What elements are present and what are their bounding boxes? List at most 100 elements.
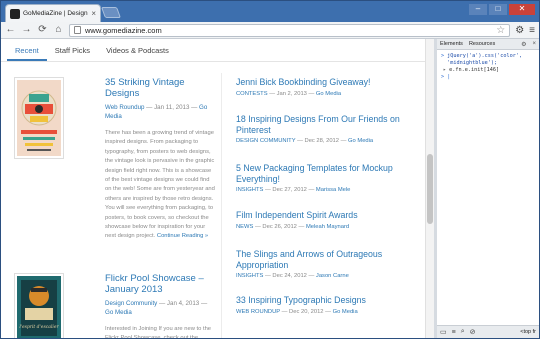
back-arrow-icon[interactable]: ← (5, 25, 16, 35)
recent-post-item: 33 Inspiring Typographic Designs WEB ROU… (236, 295, 411, 315)
recent-post-meta: INSIGHTS — Dec 24, 2012 — Jason Carne (236, 273, 411, 279)
recent-post-date: — Dec 27, 2012 — (263, 187, 316, 193)
recent-post-date: — Dec 28, 2012 — (295, 138, 349, 144)
expand-arrow-icon[interactable]: ▸ (443, 67, 446, 74)
tab-title: GoMediaZine | Design insight (23, 10, 88, 17)
recent-post-title[interactable]: The Slings and Arrows of Outrageous Appr… (236, 249, 411, 270)
recent-post-author[interactable]: Marissa Mele (316, 187, 350, 193)
recent-post-meta: DESIGN COMMUNITY — Dec 28, 2012 — Go Med… (236, 138, 411, 144)
site-tabs: Recent Staff Picks Videos & Podcasts (7, 43, 177, 61)
clear-icon[interactable]: ⊘ (470, 328, 476, 336)
post-author[interactable]: Go Media (105, 309, 132, 316)
recent-post-category[interactable]: DESIGN COMMUNITY (236, 138, 295, 144)
search-icon[interactable]: ⌕ (461, 328, 465, 336)
close-icon[interactable]: × (532, 41, 536, 47)
post-title[interactable]: Flickr Pool Showcase – January 2013 (105, 273, 217, 295)
recent-post-title[interactable]: 5 New Packaging Templates for Mockup Eve… (236, 163, 411, 184)
console-result-line: ▸ e.fn.e.init[146] (441, 67, 535, 74)
devtools-status-bar: ▭ ≡ ⌕ ⊘ <top fr (437, 325, 539, 338)
tab-close-icon[interactable]: × (91, 9, 96, 18)
featured-post-2: Flickr Pool Showcase – January 2013 Desi… (105, 273, 217, 338)
recent-post-item: The Slings and Arrows of Outrageous Appr… (236, 249, 411, 279)
console-result[interactable]: e.fn.e.init[146] (449, 67, 499, 74)
recent-post-title[interactable]: 33 Inspiring Typographic Designs (236, 295, 411, 306)
recent-post-meta: NEWS — Dec 26, 2012 — Meleah Maynard (236, 224, 411, 230)
post-thumbnail-vintage[interactable] (14, 77, 64, 159)
devtools-tabs: Elements Resources ⚙ × (437, 39, 539, 50)
console-prompt-line[interactable]: > | (441, 74, 535, 81)
maximize-button[interactable]: □ (489, 4, 507, 15)
recent-post-author[interactable]: Go Media (316, 91, 341, 97)
recent-post-title[interactable]: Jenni Bick Bookbinding Giveaway! (236, 77, 411, 88)
recent-post-author[interactable]: Meleah Maynard (306, 224, 349, 230)
continue-reading-link[interactable]: Continue Reading » (157, 233, 208, 239)
tab-videos-podcasts[interactable]: Videos & Podcasts (98, 43, 177, 61)
excerpt-text: Interested in Joining If you are new to … (105, 326, 212, 338)
page-action-icon[interactable]: ⚙ (515, 25, 524, 36)
recent-post-date: — Dec 26, 2012 — (253, 223, 306, 230)
vintage-thumbnail-image (17, 80, 61, 156)
thumbnail-caption: l'esprit d'escalier (19, 324, 59, 330)
flickr-thumbnail-image: l'esprit d'escalier (17, 276, 61, 338)
console-command: jQuery('a').css('color', 'midnightblue')… (447, 53, 523, 66)
page-scrollbar[interactable] (425, 39, 434, 338)
dock-icon[interactable]: ▭ (440, 328, 447, 336)
featured-post-1: 35 Striking Vintage Designs Web Roundup … (105, 77, 217, 242)
console-prompt: > (441, 74, 445, 80)
excerpt-text: There has been a growing trend of vintag… (105, 130, 215, 240)
scrollbar-thumb[interactable] (427, 154, 433, 224)
post-category[interactable]: Web Roundup (105, 104, 144, 111)
close-window-button[interactable]: ✕ (509, 4, 535, 15)
recent-post-category[interactable]: WEB ROUNDUP (236, 309, 280, 315)
tab-resources[interactable]: Resources (469, 41, 495, 47)
post-date: — Jan 11, 2013 — (144, 104, 200, 111)
browser-tab[interactable]: GoMediaZine | Design insight × (5, 4, 101, 22)
favicon-icon (10, 8, 20, 19)
tab-strip: GoMediaZine | Design insight × – □ ✕ (1, 1, 539, 22)
recent-post-author[interactable]: Go Media (348, 138, 373, 144)
browser-toolbar: ← → ⟳ ⌂ www.gomediazine.com ☆ ⚙ ≡ (1, 22, 539, 39)
new-tab-button[interactable] (100, 7, 122, 18)
tab-staff-picks[interactable]: Staff Picks (47, 43, 98, 61)
console-input-line: > jQuery('a').css('color', 'midnightblue… (441, 53, 535, 67)
recent-post-date: — Jan 2, 2013 — (267, 90, 316, 97)
post-category[interactable]: Design Community (105, 300, 157, 307)
recent-post-title[interactable]: 18 Inspiring Designs From Our Friends on… (236, 114, 411, 135)
recent-post-meta: CONTESTS — Jan 2, 2013 — Go Media (236, 91, 411, 97)
frame-select[interactable]: <top fr (520, 329, 536, 335)
column-divider (221, 73, 222, 338)
recent-post-title[interactable]: Film Independent Spirit Awards (236, 210, 411, 221)
bookmark-star-icon[interactable]: ☆ (496, 25, 505, 36)
tab-recent[interactable]: Recent (7, 43, 47, 61)
recent-post-category[interactable]: NEWS (236, 224, 253, 230)
post-meta: Web Roundup — Jan 11, 2013 — Go Media (105, 103, 217, 121)
window-controls: – □ ✕ (469, 4, 535, 15)
tab-elements[interactable]: Elements (440, 41, 463, 47)
recent-post-item: Jenni Bick Bookbinding Giveaway! CONTEST… (236, 77, 411, 97)
recent-post-meta: INSIGHTS — Dec 27, 2012 — Marissa Mele (236, 187, 411, 193)
tab-divider (1, 61, 425, 62)
minimize-button[interactable]: – (469, 4, 487, 15)
recent-post-category[interactable]: CONTESTS (236, 91, 268, 97)
recent-post-category[interactable]: INSIGHTS (236, 187, 263, 193)
menu-icon[interactable]: ≡ (529, 25, 535, 36)
console-output[interactable]: > jQuery('a').css('color', 'midnightblue… (437, 50, 539, 84)
web-page: Recent Staff Picks Videos & Podcasts 35 … (1, 39, 434, 338)
forward-arrow-icon[interactable]: → (21, 25, 32, 35)
recent-post-item: 5 New Packaging Templates for Mockup Eve… (236, 163, 411, 193)
post-excerpt: There has been a growing trend of vintag… (105, 129, 217, 242)
address-bar[interactable]: www.gomediazine.com ☆ (69, 23, 511, 37)
post-title[interactable]: 35 Striking Vintage Designs (105, 77, 217, 99)
recent-post-item: 18 Inspiring Designs From Our Friends on… (236, 114, 411, 144)
recent-post-author[interactable]: Jason Carne (316, 273, 349, 279)
console-icon[interactable]: ≡ (452, 329, 456, 336)
reload-icon[interactable]: ⟳ (37, 25, 48, 35)
url-text[interactable]: www.gomediazine.com (85, 26, 492, 35)
home-icon[interactable]: ⌂ (53, 25, 64, 35)
recent-post-author[interactable]: Go Media (333, 309, 358, 315)
recent-post-item: Film Independent Spirit Awards NEWS — De… (236, 210, 411, 230)
settings-icon[interactable]: ⚙ (521, 41, 526, 48)
post-thumbnail-flickr[interactable]: l'esprit d'escalier (14, 273, 64, 338)
post-meta: Design Community — Jan 4, 2013 — Go Medi… (105, 299, 217, 317)
recent-post-category[interactable]: INSIGHTS (236, 273, 263, 279)
